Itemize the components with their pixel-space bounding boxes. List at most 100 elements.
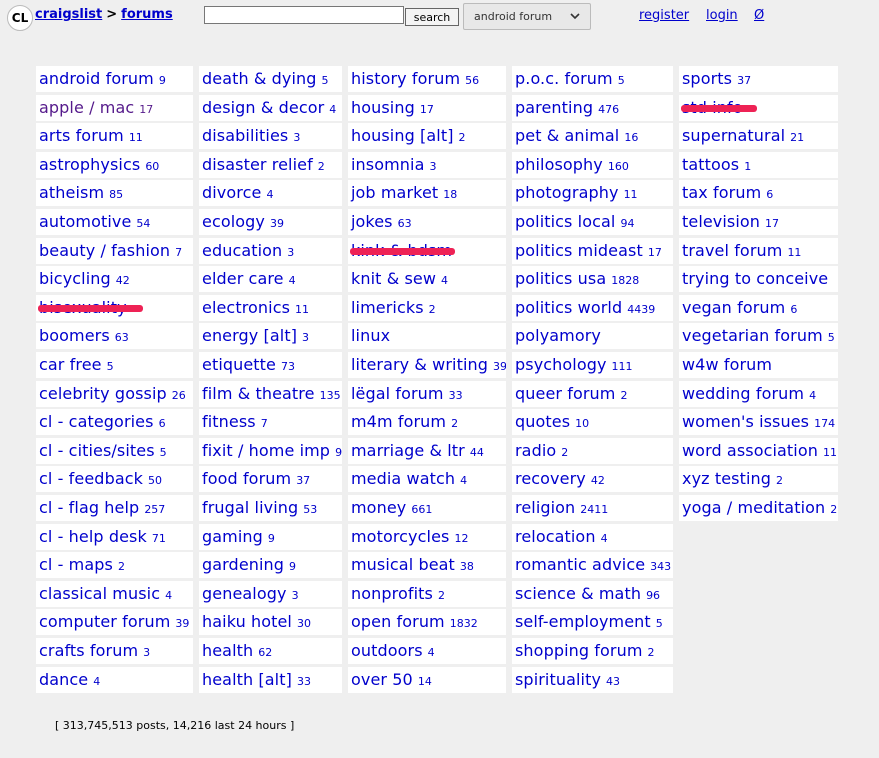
forum-link[interactable]: gardening 9 xyxy=(199,552,342,579)
forum-link[interactable]: tax forum 6 xyxy=(679,180,838,207)
forum-link[interactable]: android forum 9 xyxy=(36,66,193,92)
forum-link[interactable]: energy [alt] 3 xyxy=(199,323,342,350)
forum-link[interactable]: frugal living 53 xyxy=(199,495,342,521)
extra-link[interactable]: Ø xyxy=(754,8,764,23)
forum-link[interactable]: fitness 7 xyxy=(199,409,342,436)
forum-link[interactable]: travel forum 11 xyxy=(679,237,838,264)
forum-link[interactable]: disaster relief 2 xyxy=(199,151,342,178)
forum-link[interactable]: m4m forum 2 xyxy=(348,409,506,436)
forum-link[interactable]: vegan forum 6 xyxy=(679,294,838,321)
forum-link[interactable]: bisexuality xyxy=(36,294,193,321)
forum-link[interactable]: politics world 4439 xyxy=(512,294,673,321)
breadcrumb-home-link[interactable]: craigslist xyxy=(35,7,102,22)
forum-link[interactable]: design & decor 4 xyxy=(199,94,342,121)
forum-link[interactable]: limericks 2 xyxy=(348,294,506,321)
forum-link[interactable]: queer forum 2 xyxy=(512,380,673,407)
register-link[interactable]: register xyxy=(639,8,689,23)
forum-link[interactable]: crafts forum 3 xyxy=(36,638,193,664)
forum-link[interactable]: history forum 56 xyxy=(348,66,506,92)
forum-link[interactable]: shopping forum 2 xyxy=(512,638,673,664)
forum-link[interactable]: p.o.c. forum 5 xyxy=(512,66,673,92)
forum-link[interactable]: media watch 4 xyxy=(348,466,506,493)
forum-link[interactable]: musical beat 38 xyxy=(348,552,506,579)
forum-link[interactable]: word association 11 xyxy=(679,437,838,464)
forum-link[interactable]: money 661 xyxy=(348,495,506,521)
forum-link[interactable]: health 62 xyxy=(199,638,342,664)
forum-link[interactable]: kink & bdsm xyxy=(348,237,506,264)
forum-link[interactable]: haiku hotel 30 xyxy=(199,609,342,636)
forum-link[interactable]: lëgal forum 33 xyxy=(348,380,506,407)
forum-link[interactable]: women's issues 174 xyxy=(679,409,838,436)
forum-link[interactable]: divorce 4 xyxy=(199,180,342,207)
forum-link[interactable]: celebrity gossip 26 xyxy=(36,380,193,407)
forum-link[interactable]: jokes 63 xyxy=(348,209,506,235)
search-input[interactable] xyxy=(204,6,404,24)
forum-link[interactable]: photography 11 xyxy=(512,180,673,207)
forum-link[interactable]: genealogy 3 xyxy=(199,580,342,607)
forum-link[interactable]: cl - feedback 50 xyxy=(36,466,193,493)
forum-link[interactable]: disabilities 3 xyxy=(199,123,342,150)
forum-link[interactable]: over 50 14 xyxy=(348,666,506,693)
forum-link[interactable]: politics local 94 xyxy=(512,209,673,235)
forum-link[interactable]: atheism 85 xyxy=(36,180,193,207)
forum-link[interactable]: psychology 111 xyxy=(512,352,673,378)
forum-link[interactable]: tattoos 1 xyxy=(679,151,838,178)
forum-link[interactable]: electronics 11 xyxy=(199,294,342,321)
forum-link[interactable]: etiquette 73 xyxy=(199,352,342,378)
forum-link[interactable]: romantic advice 343 xyxy=(512,552,673,579)
forum-link[interactable]: housing [alt] 2 xyxy=(348,123,506,150)
forum-link[interactable]: knit & sew 4 xyxy=(348,266,506,293)
forum-link[interactable]: arts forum 11 xyxy=(36,123,193,150)
forum-link[interactable]: quotes 10 xyxy=(512,409,673,436)
forum-link[interactable]: fixit / home imp 9 xyxy=(199,437,342,464)
forum-link[interactable]: boomers 63 xyxy=(36,323,193,350)
forum-link[interactable]: education 3 xyxy=(199,237,342,264)
forum-link[interactable]: car free 5 xyxy=(36,352,193,378)
forum-link[interactable]: politics mideast 17 xyxy=(512,237,673,264)
forum-link[interactable]: wedding forum 4 xyxy=(679,380,838,407)
forum-link[interactable]: cl - categories 6 xyxy=(36,409,193,436)
forum-link[interactable]: outdoors 4 xyxy=(348,638,506,664)
forum-link[interactable]: marriage & ltr 44 xyxy=(348,437,506,464)
forum-link[interactable]: relocation 4 xyxy=(512,523,673,550)
login-link[interactable]: login xyxy=(706,8,738,23)
forum-link[interactable]: automotive 54 xyxy=(36,209,193,235)
breadcrumb-forums-link[interactable]: forums xyxy=(121,7,173,22)
forum-link[interactable]: motorcycles 12 xyxy=(348,523,506,550)
forum-link[interactable]: radio 2 xyxy=(512,437,673,464)
forum-link[interactable]: ecology 39 xyxy=(199,209,342,235)
forum-link[interactable]: gaming 9 xyxy=(199,523,342,550)
forum-link[interactable]: philosophy 160 xyxy=(512,151,673,178)
forum-link[interactable]: recovery 42 xyxy=(512,466,673,493)
forum-link[interactable]: pet & animal 16 xyxy=(512,123,673,150)
forum-link[interactable]: trying to conceive xyxy=(679,266,838,293)
forum-link[interactable]: spirituality 43 xyxy=(512,666,673,693)
forum-link[interactable]: insomnia 3 xyxy=(348,151,506,178)
forum-link[interactable]: job market 18 xyxy=(348,180,506,207)
search-button[interactable]: search xyxy=(405,8,459,26)
forum-link[interactable]: computer forum 39 xyxy=(36,609,193,636)
forum-link[interactable]: housing 17 xyxy=(348,94,506,121)
forum-link[interactable]: science & math 96 xyxy=(512,580,673,607)
forum-link[interactable]: polyamory xyxy=(512,323,673,350)
forum-link[interactable]: self-employment 5 xyxy=(512,609,673,636)
forum-link[interactable]: food forum 37 xyxy=(199,466,342,493)
forum-link[interactable]: cl - cities/sites 5 xyxy=(36,437,193,464)
forum-link[interactable]: bicycling 42 xyxy=(36,266,193,293)
forum-link[interactable]: cl - maps 2 xyxy=(36,552,193,579)
craigslist-logo[interactable]: CL xyxy=(7,5,33,31)
forum-link[interactable]: w4w forum xyxy=(679,352,838,378)
forum-link[interactable]: religion 2411 xyxy=(512,495,673,521)
forum-link[interactable]: nonprofits 2 xyxy=(348,580,506,607)
forum-link[interactable]: linux xyxy=(348,323,506,350)
forum-link[interactable]: yoga / meditation 2 xyxy=(679,495,838,521)
forum-link[interactable]: television 17 xyxy=(679,209,838,235)
forum-link[interactable]: classical music 4 xyxy=(36,580,193,607)
forum-link[interactable]: cl - help desk 71 xyxy=(36,523,193,550)
forum-link[interactable]: beauty / fashion 7 xyxy=(36,237,193,264)
forum-link[interactable]: vegetarian forum 5 xyxy=(679,323,838,350)
forum-link[interactable]: literary & writing 39 xyxy=(348,352,506,378)
forum-link[interactable]: cl - flag help 257 xyxy=(36,495,193,521)
forum-link[interactable]: dance 4 xyxy=(36,666,193,693)
forum-link[interactable]: elder care 4 xyxy=(199,266,342,293)
